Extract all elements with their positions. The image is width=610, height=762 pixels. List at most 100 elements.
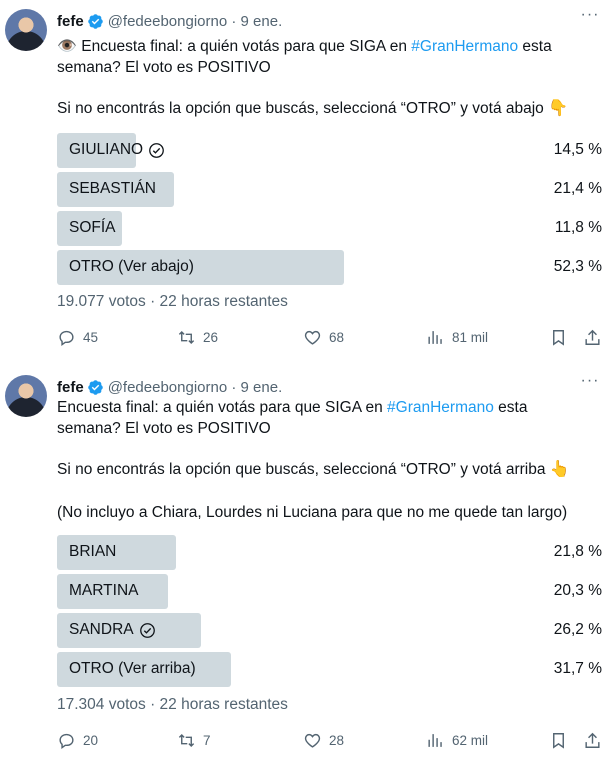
poll-option-label: SOFÍA [69, 219, 116, 236]
poll-votes: 17.304 votos [57, 696, 146, 713]
reply-button[interactable]: 45 [57, 328, 98, 347]
poll-option-label: SEBASTIÁN [69, 180, 156, 197]
tweet-text-line: semana? El voto es POSITIVO [57, 59, 271, 76]
repost-icon [178, 733, 195, 748]
views-button[interactable]: 62 mil [426, 731, 488, 750]
like-button[interactable]: 68 [303, 328, 344, 347]
tweet-text-line: Encuesta final: a quién votás para que S… [57, 399, 528, 416]
reply-button[interactable]: 20 [57, 731, 98, 750]
poll-option[interactable]: BRIAN 21,8 % [57, 535, 605, 570]
like-count: 28 [329, 733, 345, 748]
tweet-text-line: 👁️ Encuesta final: a quién votás para qu… [57, 38, 552, 55]
repost-count: 7 [203, 733, 211, 748]
reply-count: 20 [83, 733, 99, 748]
tweet-actions: 20 7 28 62 mil [57, 731, 605, 751]
verified-badge-icon [87, 13, 103, 29]
tweet-text-line: Si no encontrás la opción que buscás, se… [57, 100, 569, 117]
tweet-text-line: Si no encontrás la opción que buscás, se… [57, 461, 570, 478]
views-icon [428, 331, 442, 344]
bookmark-icon [553, 733, 564, 749]
poll-remaining: 22 horas restantes [159, 696, 288, 713]
poll-option-label: GIULIANO [69, 141, 144, 158]
more-options-icon[interactable]: ··· [580, 7, 600, 26]
check-circle-icon [149, 142, 164, 158]
poll-meta: 19.077 votos · 22 horas restantes [57, 293, 288, 311]
check-circle-icon [139, 622, 155, 638]
poll-separator: · [145, 293, 160, 310]
bookmark-icon [553, 330, 564, 346]
views-count: 62 mil [452, 733, 489, 748]
poll-option-label: BRIAN [69, 543, 117, 560]
more-options-icon[interactable]: ··· [580, 373, 600, 392]
poll-option-label: MARTINA [69, 582, 139, 599]
poll-remaining: 22 horas restantes [159, 293, 288, 310]
hashtag-link[interactable]: #GranHermano [387, 399, 494, 416]
poll: GIULIANO 14,5 % SEBASTIÁN 21,4 % SOFÍA 1… [57, 133, 605, 289]
poll-option-percent: 11,8 % [554, 219, 602, 236]
poll-option-label: SANDRA [69, 621, 134, 638]
tweet-header: fefe @fedeebongiorno · 9 ene. [57, 377, 282, 397]
repost-button[interactable]: 26 [177, 328, 218, 347]
avatar[interactable] [5, 9, 47, 51]
tweet-date[interactable]: 9 ene. [241, 13, 283, 30]
poll-separator: · [145, 696, 160, 713]
poll-option-percent: 20,3 % [553, 582, 602, 599]
separator: · [227, 378, 241, 396]
separator: · [227, 12, 241, 30]
author-handle[interactable]: @fedeebongiorno [108, 13, 228, 30]
bookmark-button[interactable] [549, 328, 568, 347]
poll-option[interactable]: MARTINA 20,3 % [57, 574, 605, 609]
tweet-date[interactable]: 9 ene. [241, 379, 283, 396]
verified-badge-icon [87, 379, 103, 395]
pointing-up-emoji: 👆 [549, 461, 570, 478]
poll-option[interactable]: OTRO (Ver abajo) 52,3 % [57, 250, 605, 285]
share-button[interactable] [583, 328, 602, 347]
repost-button[interactable]: 7 [177, 731, 211, 750]
poll-option-percent: 31,7 % [553, 660, 602, 677]
repost-count: 26 [203, 330, 219, 345]
poll-meta: 17.304 votos · 22 horas restantes [57, 696, 288, 714]
pointing-down-emoji: 👇 [548, 100, 569, 117]
avatar[interactable] [5, 375, 47, 417]
poll-option[interactable]: SOFÍA 11,8 % [57, 211, 605, 246]
like-icon [304, 733, 321, 748]
reply-count: 45 [83, 330, 99, 345]
tweet-header: fefe @fedeebongiorno · 9 ene. [57, 11, 282, 31]
repost-icon [178, 330, 195, 345]
tweet-text-line: (No incluyo a Chiara, Lourdes ni Luciana… [57, 504, 568, 521]
like-button[interactable]: 28 [303, 731, 344, 750]
views-count: 81 mil [452, 330, 489, 345]
share-icon [585, 732, 600, 748]
poll-option-percent: 14,5 % [553, 141, 602, 158]
views-button[interactable]: 81 mil [426, 328, 488, 347]
reply-icon [59, 733, 74, 750]
author-name[interactable]: fefe [57, 13, 84, 30]
poll-option-percent: 26,2 % [553, 621, 602, 638]
like-icon [304, 330, 321, 345]
poll-option-label: OTRO (Ver arriba) [69, 660, 196, 677]
poll-votes: 19.077 votos [57, 293, 146, 310]
author-handle[interactable]: @fedeebongiorno [108, 379, 228, 396]
poll-option[interactable]: GIULIANO 14,5 % [57, 133, 605, 168]
poll-option-percent: 52,3 % [553, 258, 602, 275]
bookmark-button[interactable] [549, 731, 568, 750]
poll: BRIAN 21,8 % MARTINA 20,3 % SANDRA 26,2 … [57, 535, 605, 691]
hashtag-link[interactable]: #GranHermano [411, 38, 518, 55]
reply-icon [59, 330, 74, 347]
eye-emoji: 👁️ [57, 38, 77, 55]
share-button[interactable] [583, 731, 602, 750]
poll-option-percent: 21,8 % [553, 543, 602, 560]
tweet-text-line: semana? El voto es POSITIVO [57, 420, 271, 437]
tweet[interactable]: fefe @fedeebongiorno · 9 ene. ··· 👁️ Enc… [0, 0, 610, 360]
author-name[interactable]: fefe [57, 379, 84, 396]
tweet[interactable]: fefe @fedeebongiorno · 9 ene. ··· Encues… [0, 366, 610, 762]
poll-option[interactable]: SEBASTIÁN 21,4 % [57, 172, 605, 207]
views-icon [428, 734, 442, 747]
poll-option[interactable]: OTRO (Ver arriba) 31,7 % [57, 652, 605, 687]
poll-option[interactable]: SANDRA 26,2 % [57, 613, 605, 648]
share-icon [585, 329, 600, 345]
like-count: 68 [329, 330, 345, 345]
poll-option-label: OTRO (Ver abajo) [69, 258, 194, 275]
tweet-actions: 45 26 68 81 mil [57, 328, 605, 348]
poll-option-percent: 21,4 % [553, 180, 602, 197]
